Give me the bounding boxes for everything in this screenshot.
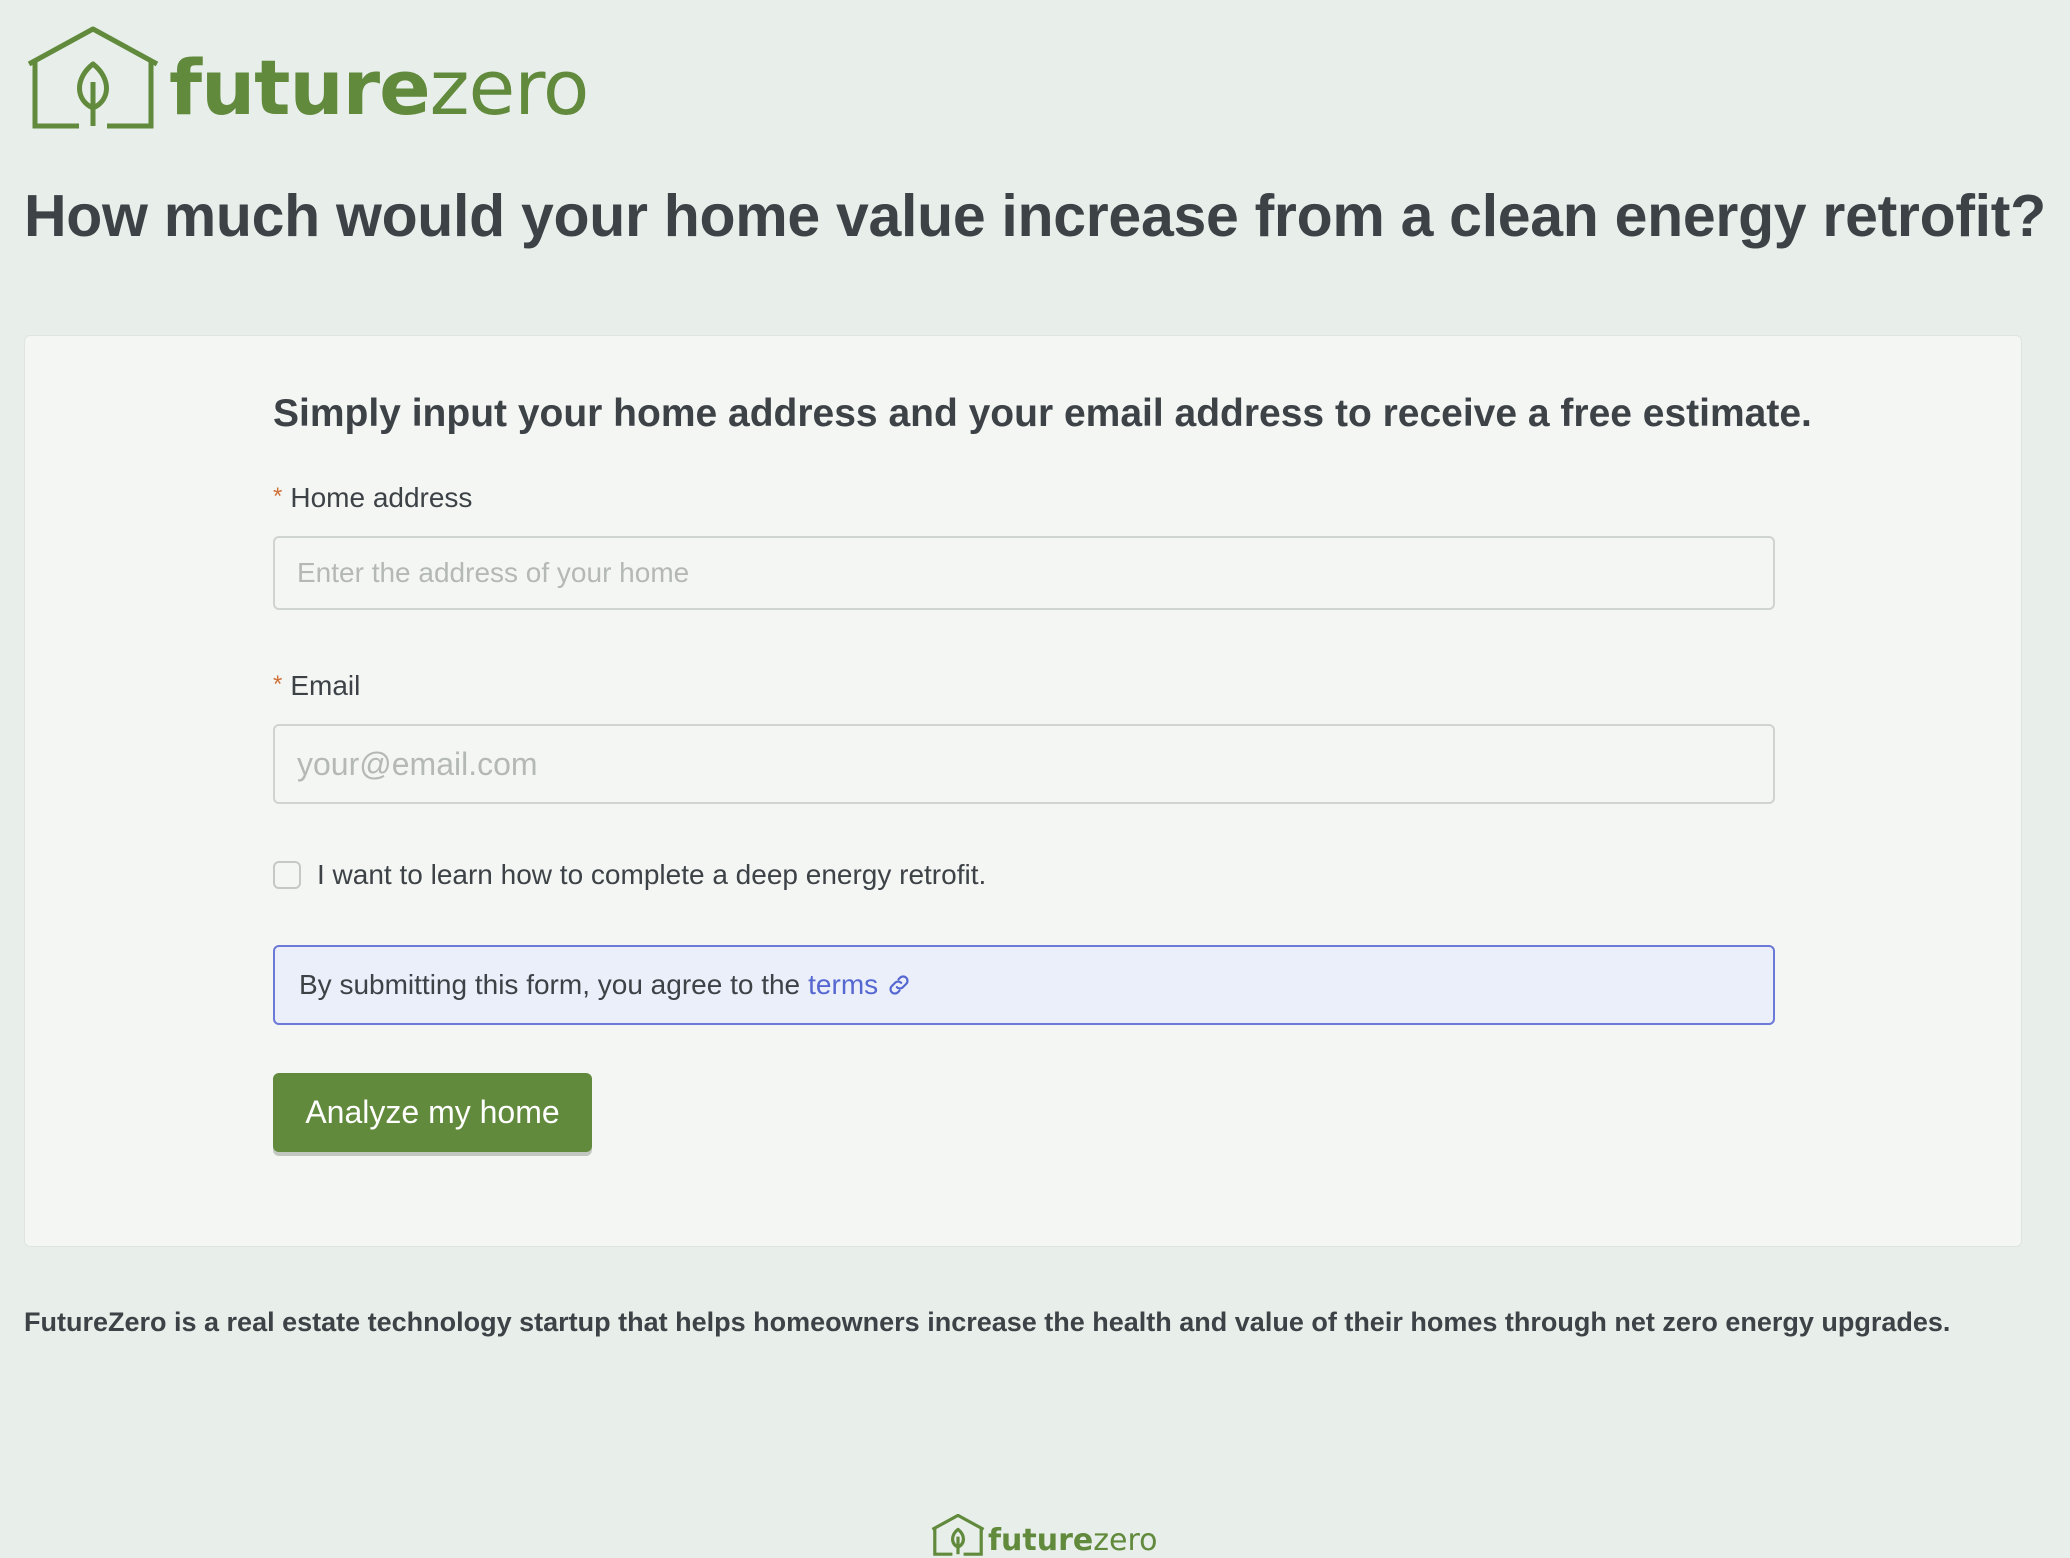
email-label-text: Email	[290, 670, 361, 701]
footer-logo[interactable]: futurezero	[930, 1514, 1157, 1556]
analyze-home-button[interactable]: Analyze my home	[273, 1073, 592, 1152]
learn-retrofit-checkbox[interactable]	[273, 861, 301, 889]
home-address-input[interactable]	[273, 536, 1775, 610]
brand-wordmark: futurezero	[169, 50, 589, 126]
footer-wordmark: futurezero	[988, 1526, 1157, 1556]
about-text: FutureZero is a real estate technology s…	[24, 1307, 1951, 1337]
learn-retrofit-label[interactable]: I want to learn how to complete a deep e…	[317, 859, 986, 891]
house-leaf-icon	[27, 26, 159, 129]
home-address-label-text: Home address	[290, 482, 473, 513]
house-leaf-icon	[931, 1514, 985, 1556]
required-marker: *	[273, 671, 283, 698]
form-heading: Simply input your home address and your …	[273, 392, 1812, 435]
brand-name-bold: future	[988, 1523, 1094, 1558]
email-label: * Email	[273, 670, 360, 702]
required-marker: *	[273, 483, 283, 510]
terms-notice-text: By submitting this form, you agree to th…	[299, 969, 801, 1000]
terms-link-label[interactable]: terms	[808, 969, 878, 1001]
estimate-form-card: Simply input your home address and your …	[24, 335, 2022, 1247]
brand-name-light: zero	[1093, 1523, 1158, 1558]
brand-name-light: zero	[429, 43, 590, 132]
home-address-label: * Home address	[273, 482, 472, 514]
external-link-icon	[889, 975, 909, 995]
brand-logo[interactable]: futurezero	[23, 22, 589, 130]
terms-link[interactable]: terms	[808, 969, 912, 1001]
terms-notice: By submitting this form, you agree to th…	[273, 945, 1775, 1025]
learn-retrofit-option[interactable]: I want to learn how to complete a deep e…	[273, 859, 986, 891]
page-title: How much would your home value increase …	[24, 183, 2046, 249]
brand-name-bold: future	[169, 43, 431, 132]
email-input[interactable]	[273, 724, 1775, 804]
